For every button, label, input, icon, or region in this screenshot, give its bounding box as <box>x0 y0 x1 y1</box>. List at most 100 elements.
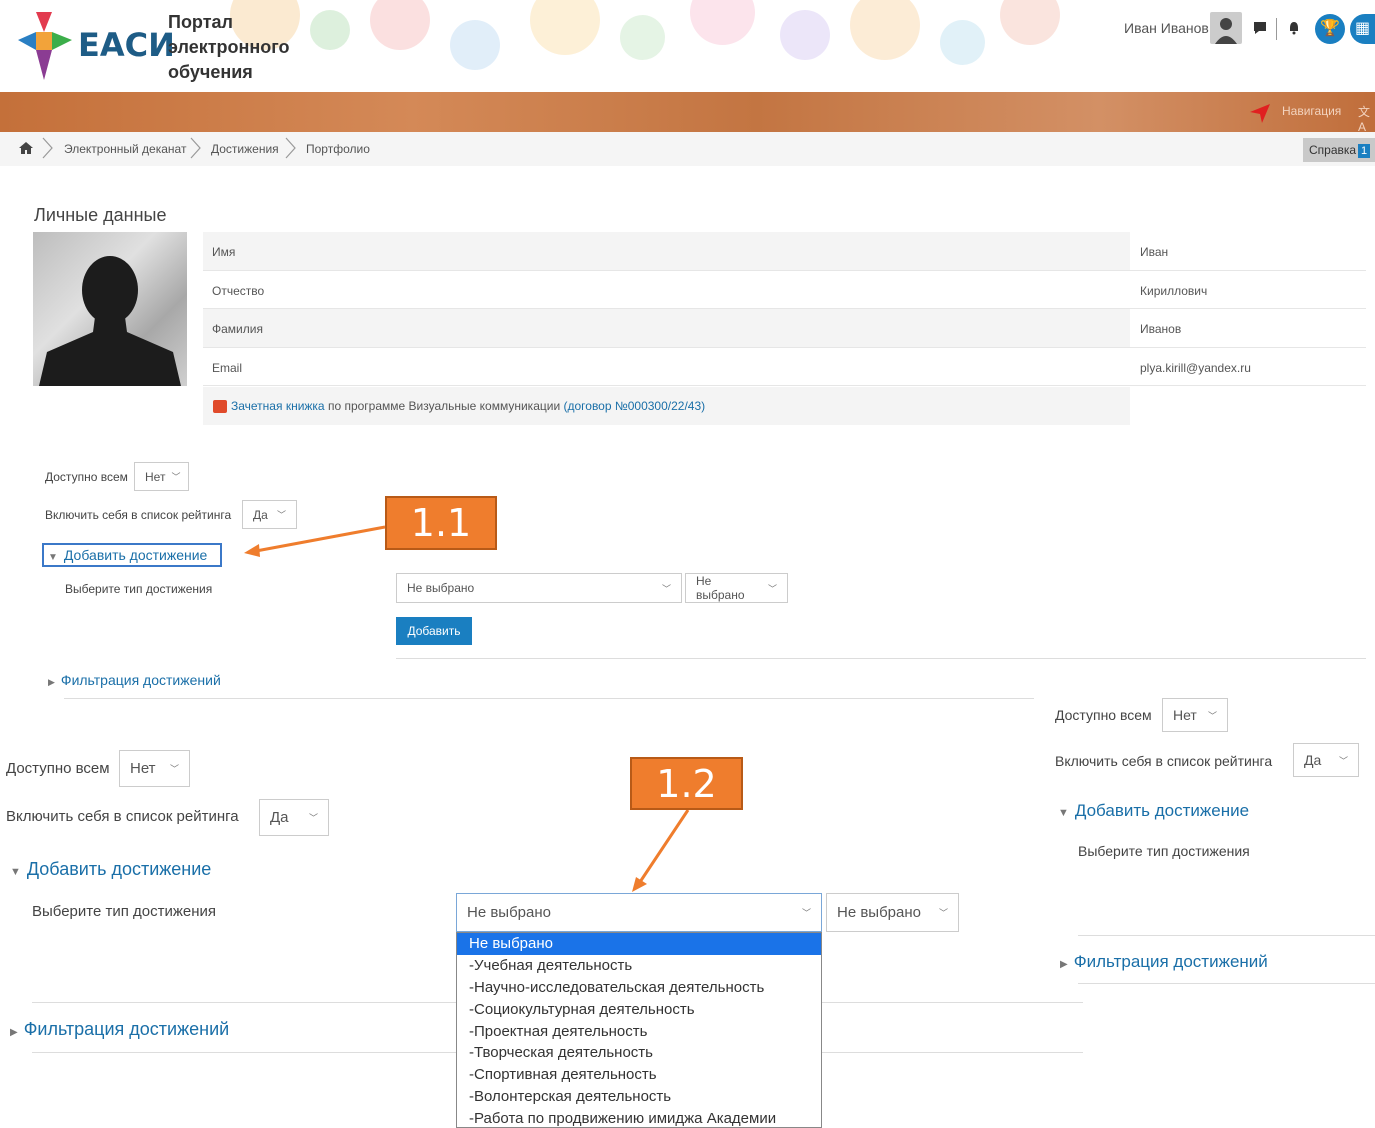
chevron-down-icon: ﹀ <box>169 764 179 774</box>
row-value: plya.kirill@yandex.ru <box>1140 360 1251 375</box>
bell-icon[interactable] <box>1286 20 1302 36</box>
navigation-label[interactable]: Навигация <box>1282 104 1341 118</box>
filter-toggle[interactable]: ▶ Фильтрация достижений <box>48 672 221 688</box>
chevron-down-icon: ﹀ <box>171 472 181 482</box>
dropdown-option[interactable]: -Социокультурная деятельность <box>457 999 821 1021</box>
portal-title: Портал электронного обучения <box>168 12 290 82</box>
table-row: Отчество Кириллович <box>203 271 1366 309</box>
divider <box>396 658 1366 659</box>
dropdown-option[interactable]: -Учебная деятельность <box>457 955 821 977</box>
header-band <box>0 92 1375 132</box>
type-value: Не выбрано <box>407 581 475 595</box>
help-button[interactable]: Справка 1 <box>1303 138 1375 162</box>
available-label-right: Доступно всем <box>1055 707 1152 723</box>
triangle-right-icon: ▶ <box>1060 959 1068 970</box>
filter-toggle-large[interactable]: ▶ Фильтрация достижений <box>10 1019 229 1040</box>
available-select-large[interactable]: Нет ﹀ <box>119 750 190 787</box>
available-select-right[interactable]: Нет ﹀ <box>1162 698 1228 732</box>
filter-toggle-right[interactable]: ▶ Фильтрация достижений <box>1060 952 1268 972</box>
type-value: Не выбрано <box>467 904 551 921</box>
breadcrumb-item-achievements[interactable]: Достижения <box>211 142 279 156</box>
translate-icon[interactable]: 文A <box>1358 103 1375 134</box>
divider <box>1078 935 1375 936</box>
chevron-down-icon: ﹀ <box>938 908 948 918</box>
table-row: Email plya.kirill@yandex.ru <box>203 348 1366 386</box>
apps-grid-icon[interactable]: ▦ <box>1350 14 1375 44</box>
select-type-label-large: Выберите тип достижения <box>32 903 217 920</box>
breadcrumb <box>0 132 1375 166</box>
navigation-arrow-icon[interactable] <box>1248 102 1272 124</box>
trophy-icon[interactable]: 🏆 <box>1315 14 1345 44</box>
record-book-link[interactable]: Зачетная книжка <box>231 399 325 413</box>
callout-1-2: 1.2 <box>630 757 743 810</box>
row-value: Иванов <box>1140 322 1182 336</box>
chevron-down-icon: ﹀ <box>801 908 811 918</box>
dropdown-option[interactable]: -Проектная деятельность <box>457 1021 821 1043</box>
achievement-type-select[interactable]: Не выбрано ﹀ <box>396 573 682 603</box>
rating-select[interactable]: Да ﹀ <box>242 500 297 529</box>
dropdown-option[interactable]: -Научно-исследовательская деятельность <box>457 977 821 999</box>
achievement-subtype-select[interactable]: Не выбрано ﹀ <box>685 573 788 603</box>
dropdown-option[interactable]: Не выбрано <box>457 933 821 955</box>
chevron-right-icon <box>42 137 53 159</box>
chevron-down-icon: ﹀ <box>1338 755 1348 766</box>
home-icon[interactable] <box>18 141 34 155</box>
dropdown-option[interactable]: -Волонтерская деятельность <box>457 1086 821 1108</box>
record-book-row: Зачетная книжка по программе Визуальные … <box>203 387 1130 425</box>
dropdown-option[interactable]: -Творческая деятельность <box>457 1042 821 1064</box>
table-row: Имя Иван <box>203 232 1366 271</box>
triangle-down-icon: ▼ <box>10 866 21 878</box>
available-value: Нет <box>130 760 156 777</box>
add-achievement-toggle-right[interactable]: ▼ Добавить достижение <box>1058 801 1249 821</box>
select-type-label: Выберите тип достижения <box>65 582 213 596</box>
row-label: Email <box>212 360 243 375</box>
subtype-value: Не выбрано <box>696 574 745 602</box>
available-select[interactable]: Нет ﹀ <box>134 462 189 491</box>
dropdown-option[interactable]: -Спортивная деятельность <box>457 1064 821 1086</box>
achievement-subtype-select-large[interactable]: Не выбрано ﹀ <box>826 893 959 932</box>
filter-label: Фильтрация достижений <box>23 1019 230 1039</box>
header-divider <box>1276 18 1277 40</box>
add-achievement-label: Добавить достижение <box>63 547 208 563</box>
chevron-down-icon: ﹀ <box>308 813 318 823</box>
rating-label-large: Включить себя в список рейтинга <box>6 808 239 825</box>
achievement-type-dropdown: Не выбрано -Учебная деятельность -Научно… <box>456 932 822 1128</box>
filter-label: Фильтрация достижений <box>1073 952 1268 971</box>
triangle-right-icon: ▶ <box>48 677 55 687</box>
divider <box>64 698 1034 699</box>
chat-icon[interactable] <box>1252 20 1268 36</box>
help-label: Справка <box>1309 143 1357 157</box>
triangle-right-icon: ▶ <box>10 1027 18 1038</box>
logo-text: ЕАСИ <box>78 26 175 64</box>
select-type-label-right: Выберите тип достижения <box>1078 843 1250 859</box>
divider <box>1078 983 1375 984</box>
available-label-large: Доступно всем <box>6 760 110 777</box>
help-badge: 1 <box>1358 144 1371 158</box>
personal-data-table: Имя Иван Отчество Кириллович Фамилия Ива… <box>203 232 1366 386</box>
add-achievement-toggle-large[interactable]: ▼ Добавить достижение <box>10 859 211 880</box>
row-value: Иван <box>1140 245 1169 259</box>
chevron-right-icon <box>190 137 201 159</box>
add-achievement-toggle[interactable]: ▼ Добавить достижение <box>42 543 222 567</box>
user-silhouette-icon <box>39 256 181 386</box>
rating-select-large[interactable]: Да ﹀ <box>259 799 329 836</box>
add-button[interactable]: Добавить <box>396 617 472 645</box>
rating-select-right[interactable]: Да ﹀ <box>1293 743 1359 777</box>
personal-data-title: Личные данные <box>34 205 167 225</box>
easi-logo-icon <box>18 12 72 80</box>
contract-link[interactable]: (договор №000300/22/43) <box>563 399 705 413</box>
rating-value: Да <box>253 507 268 522</box>
breadcrumb-item-deanery[interactable]: Электронный деканат <box>64 142 186 156</box>
breadcrumb-item-portfolio: Портфолио <box>306 142 370 156</box>
triangle-down-icon: ▼ <box>1058 807 1069 819</box>
rating-value: Да <box>1304 752 1322 768</box>
user-avatar[interactable] <box>1210 12 1242 44</box>
chevron-right-icon <box>285 137 296 159</box>
dropdown-option[interactable]: -Работа по продвижению имиджа Академии <box>457 1108 821 1127</box>
add-achievement-label: Добавить достижение <box>26 859 212 879</box>
profile-photo <box>33 232 187 386</box>
chevron-down-icon: ﹀ <box>276 510 286 520</box>
user-name[interactable]: Иван Иванов <box>1124 20 1209 36</box>
achievement-type-select-large[interactable]: Не выбрано ﹀ <box>456 893 822 932</box>
row-label: Фамилия <box>203 309 1130 347</box>
